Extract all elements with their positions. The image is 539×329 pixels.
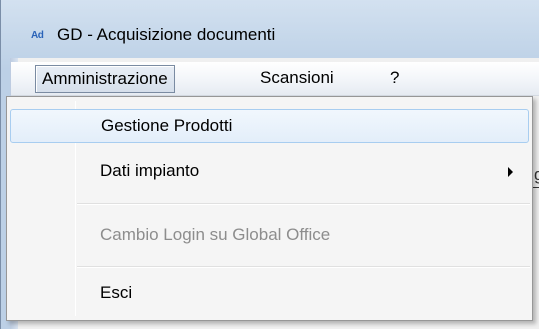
submenu-arrow-icon (508, 167, 513, 177)
menu-item-esci[interactable]: Esci (10, 277, 529, 311)
menu-item-dati-impianto[interactable]: Dati impianto (10, 155, 529, 189)
background-underline (533, 187, 539, 188)
menu-help[interactable]: ? (384, 65, 405, 93)
menu-separator (77, 266, 530, 268)
title-bar[interactable]: Ad GD - Acquisizione documenti (1, 0, 539, 58)
menu-bar: Amministrazione Scansioni ? (11, 62, 539, 96)
background-text-fragment: g (534, 165, 539, 184)
menu-item-label: Dati impianto (100, 161, 200, 180)
amministrazione-dropdown: Gestione Prodotti Dati impianto Cambio L… (6, 96, 533, 321)
menu-item-label: Cambio Login su Global Office (100, 225, 331, 244)
app-icon: Ad (31, 30, 44, 41)
menu-item-gestione-prodotti[interactable]: Gestione Prodotti (10, 109, 529, 143)
window-title: GD - Acquisizione documenti (57, 25, 276, 44)
menu-item-label: Esci (100, 283, 133, 302)
menu-separator (77, 203, 530, 205)
menu-item-cambio-login: Cambio Login su Global Office (10, 219, 529, 253)
menu-scansioni[interactable]: Scansioni (254, 65, 340, 93)
application-window: Ad GD - Acquisizione documenti g Amminis… (0, 0, 539, 329)
menu-amministrazione[interactable]: Amministrazione (35, 65, 175, 93)
menu-item-label: Gestione Prodotti (101, 116, 233, 135)
